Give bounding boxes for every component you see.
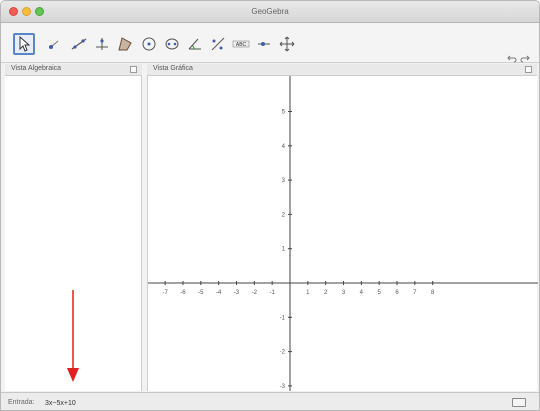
- reflect-tool-button[interactable]: [207, 33, 229, 55]
- y-tick-label: -1: [280, 315, 286, 321]
- angle-icon: [188, 38, 201, 50]
- y-tick-label: -2: [280, 350, 286, 356]
- x-tick-label: 8: [431, 290, 435, 296]
- x-tick-label: 3: [342, 290, 346, 296]
- slider-tool-button[interactable]: [253, 33, 275, 55]
- move-view-tool-button[interactable]: [276, 33, 298, 55]
- y-tick-label: 5: [282, 110, 286, 116]
- keyboard-icon[interactable]: [512, 398, 526, 407]
- undo-icon[interactable]: [507, 53, 517, 63]
- graphics-view[interactable]: -7 -6 -5 -4 -3 -2 -1 1 2 3 4 5 6 7 8 5 4 3 2 1 -1 -2 -3: [147, 76, 538, 391]
- coordinate-axes: -7 -6 -5 -4 -3 -2 -1 1 2 3 4 5 6 7 8 5 4 3 2 1 -1 -2 -3: [148, 76, 538, 391]
- perpendicular-tool-button[interactable]: [91, 33, 113, 55]
- move-tool-button[interactable]: [13, 33, 35, 55]
- window-title: GeoGebra: [251, 7, 289, 16]
- x-tick-label: -1: [269, 290, 275, 296]
- x-tick-label: 5: [378, 290, 382, 296]
- x-tick-label: -6: [180, 290, 186, 296]
- y-tick-label: 2: [282, 212, 286, 218]
- x-tick-label: 7: [413, 290, 417, 296]
- input-bar: Entrada:: [1, 392, 539, 410]
- graphics-view-style-toggle[interactable]: [525, 66, 532, 73]
- x-tick-label: 6: [395, 290, 399, 296]
- x-tick-label: 1: [306, 290, 310, 296]
- ellipse-icon: [165, 38, 179, 50]
- x-tick-label: 2: [324, 290, 328, 296]
- input-label: Entrada:: [8, 399, 35, 406]
- input-field[interactable]: [45, 397, 497, 409]
- angle-tool-button[interactable]: [184, 33, 206, 55]
- y-tick-label: -3: [280, 384, 286, 390]
- circle-icon: [142, 37, 156, 51]
- perpendicular-icon: [96, 38, 108, 50]
- x-tick-label: -7: [162, 290, 168, 296]
- redo-icon[interactable]: [520, 53, 530, 63]
- line-tool-button[interactable]: [68, 33, 90, 55]
- algebra-view-header: Vista Algebraica: [5, 64, 142, 76]
- x-tick-label: -4: [216, 290, 222, 296]
- tool-bar: ABC: [1, 23, 539, 77]
- ellipse-tool-button[interactable]: [161, 33, 183, 55]
- slider-icon: [258, 42, 270, 46]
- line-icon: [71, 38, 87, 50]
- circle-tool-button[interactable]: [138, 33, 160, 55]
- x-tick-label: -3: [234, 290, 240, 296]
- point-tool-button[interactable]: [44, 33, 66, 55]
- x-tick-label: -2: [252, 290, 258, 296]
- geogebra-window: GeoGebra ABC Vista Algebraica Vista Gráf…: [0, 0, 540, 411]
- cursor-icon: [19, 35, 31, 52]
- algebra-view-title: Vista Algebraica: [11, 65, 62, 72]
- y-tick-label: 4: [282, 144, 286, 150]
- y-tick-label: 3: [282, 178, 286, 184]
- graphics-view-title: Vista Gráfica: [153, 65, 193, 72]
- reflect-icon: [211, 37, 225, 51]
- polygon-tool-button[interactable]: [114, 33, 136, 55]
- text-tool-label: ABC: [236, 42, 247, 48]
- point-icon: [49, 40, 59, 49]
- move-view-icon: [279, 36, 295, 52]
- y-tick-label: 1: [282, 247, 286, 253]
- algebra-view[interactable]: [5, 76, 142, 391]
- x-tick-label: 4: [360, 290, 364, 296]
- polygon-icon: [118, 37, 132, 51]
- graphics-view-header: Vista Gráfica: [147, 64, 537, 76]
- title-bar: GeoGebra: [1, 1, 539, 23]
- x-tick-label: -5: [198, 290, 204, 296]
- abc-icon: ABC: [232, 40, 250, 48]
- text-tool-button[interactable]: ABC: [230, 33, 252, 55]
- algebra-view-style-toggle[interactable]: [130, 66, 137, 73]
